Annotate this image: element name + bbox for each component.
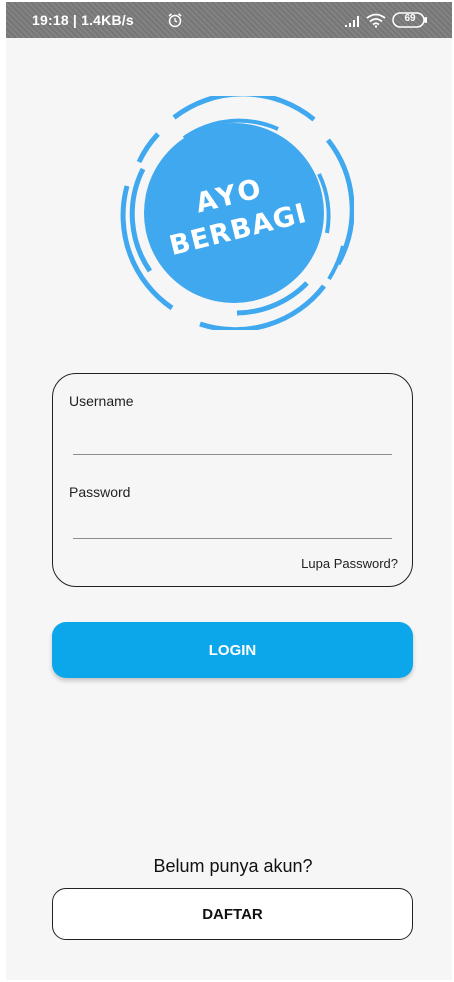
- login-form-card: Username Password Lupa Password?: [52, 373, 413, 587]
- username-input[interactable]: [73, 424, 392, 455]
- logo-text: AYO BERBAGI: [166, 173, 310, 262]
- password-input[interactable]: [73, 508, 392, 539]
- forgot-password-link[interactable]: Lupa Password?: [301, 556, 398, 571]
- login-button[interactable]: LOGIN: [52, 622, 413, 678]
- wifi-icon: [366, 13, 386, 28]
- password-label: Password: [69, 484, 131, 500]
- register-prompt: Belum punya akun?: [153, 856, 313, 876]
- status-time: 19:18 | 1.4KB/s: [32, 12, 134, 28]
- username-label: Username: [69, 393, 134, 409]
- status-bar: 19:18 | 1.4KB/s 69: [6, 2, 452, 38]
- register-button[interactable]: DAFTAR: [52, 888, 413, 940]
- signal-icon: [345, 16, 359, 27]
- login-screen: 19:18 | 1.4KB/s 69 AYO BERBAGI Username …: [6, 2, 452, 980]
- battery-level: 69: [404, 13, 416, 24]
- alarm-icon: [168, 13, 182, 28]
